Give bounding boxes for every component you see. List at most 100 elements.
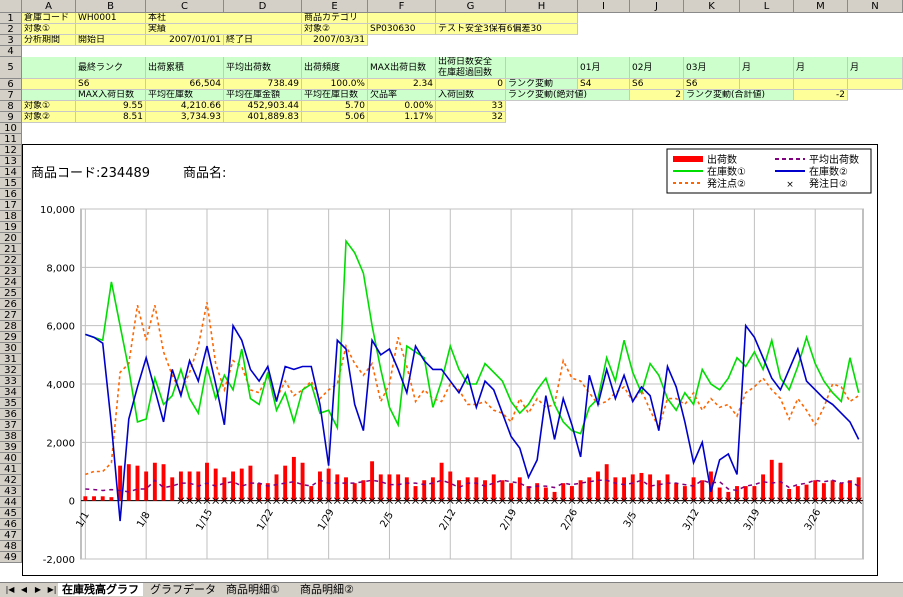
cell-g6[interactable]: 0 [436,79,506,90]
column-header-f[interactable]: F [368,0,436,13]
row-header-35[interactable]: 35 [0,398,22,409]
cell-f5[interactable]: MAX出荷日数 [368,57,436,79]
row-header-1[interactable]: 1 [0,13,22,24]
cell-l5[interactable]: 月 [740,57,794,79]
cell-c6[interactable]: 66,504 [146,79,224,90]
row-header-13[interactable]: 13 [0,156,22,167]
cell-f9[interactable]: 1.17% [368,112,436,123]
cell-a9[interactable]: 対象② [22,112,76,123]
row-header-15[interactable]: 15 [0,178,22,189]
row-header-17[interactable]: 17 [0,200,22,211]
row-header-41[interactable]: 41 [0,464,22,475]
cell-e7[interactable]: 平均在庫日数 [302,90,368,101]
cell-j7[interactable]: 2 [630,90,684,101]
row-header-9[interactable]: 9 [0,112,22,123]
cell-b9[interactable]: 8.51 [76,112,146,123]
row-header-10[interactable]: 10 [0,123,22,134]
cell-g5[interactable]: 出荷日数安全 在庫超過回数 [436,57,506,79]
cell-e6[interactable]: 100.0% [302,79,368,90]
column-header-c[interactable]: C [146,0,224,13]
tab-product-detail-1[interactable]: 商品明細① [222,583,284,596]
cell-h6[interactable]: ランク変動 [506,79,578,90]
row-header-3[interactable]: 3 [0,35,22,46]
cell-d3[interactable]: 終了日 [224,35,302,46]
cell-b5[interactable]: 最終ランク [76,57,146,79]
row-header-36[interactable]: 36 [0,409,22,420]
row-header-32[interactable]: 32 [0,365,22,376]
cell-g9[interactable]: 32 [436,112,506,123]
row-header-21[interactable]: 21 [0,244,22,255]
cell-m7[interactable]: -2 [794,90,848,101]
cell-e1[interactable]: 商品カテゴリ [302,13,368,24]
column-header-h[interactable]: H [506,0,578,13]
cell-d9[interactable]: 401,889.83 [224,112,302,123]
cell-e8[interactable]: 5.70 [302,101,368,112]
row-header-12[interactable]: 12 [0,145,22,156]
column-header-b[interactable]: B [76,0,146,13]
cell-k7[interactable]: ランク変動(合計値) [684,90,794,101]
prev-sheet-icon[interactable]: ◀ [18,584,30,595]
row-header-11[interactable]: 11 [0,134,22,145]
tab-product-detail-2[interactable]: 商品明細② [296,583,358,596]
cell-a8[interactable]: 対象① [22,101,76,112]
cell-e9[interactable]: 5.06 [302,112,368,123]
cell-b2[interactable] [76,24,146,35]
row-header-29[interactable]: 29 [0,332,22,343]
column-header-e[interactable]: E [302,0,368,13]
row-header-20[interactable]: 20 [0,233,22,244]
row-header-18[interactable]: 18 [0,211,22,222]
column-header-n[interactable]: N [848,0,903,13]
cell-c8[interactable]: 4,210.66 [146,101,224,112]
cell-j6[interactable]: S6 [630,79,684,90]
row-header-38[interactable]: 38 [0,431,22,442]
column-header-m[interactable]: M [794,0,848,13]
cell-c1[interactable]: 本社 [146,13,302,24]
cell-g2[interactable]: テスト安全3保有6偏差30 [436,24,578,35]
row-header-47[interactable]: 47 [0,530,22,541]
row-header-43[interactable]: 43 [0,486,22,497]
first-sheet-icon[interactable]: |◀ [4,584,16,595]
cell-b1[interactable]: WH0001 [76,13,146,24]
column-header-g[interactable]: G [436,0,506,13]
row-header-45[interactable]: 45 [0,508,22,519]
cell-d8[interactable]: 452,903.44 [224,101,302,112]
cell-a2[interactable]: 対象① [22,24,76,35]
cell-f7[interactable]: 欠品率 [368,90,436,101]
cell-b7[interactable]: MAX入荷日数 [76,90,146,101]
column-header-k[interactable]: K [684,0,740,13]
cell-c7[interactable]: 平均在庫数 [146,90,224,101]
cell-m6[interactable] [794,79,848,90]
tab-inventory-graph[interactable]: 在庫残高グラフ [58,583,143,596]
row-header-31[interactable]: 31 [0,354,22,365]
column-header-d[interactable]: D [224,0,302,13]
cell-h5[interactable] [506,57,578,79]
row-header-39[interactable]: 39 [0,442,22,453]
row-header-30[interactable]: 30 [0,343,22,354]
inventory-chart[interactable]: -2,000 0 2,000 4,000 6,000 8,000 10,000 1/1 1/8 1… [22,144,878,576]
row-header-33[interactable]: 33 [0,376,22,387]
cell-a7[interactable] [22,90,76,101]
tab-graph-data[interactable]: グラフデータ [146,583,220,596]
cell-h7[interactable]: ランク変動(絶対値) [506,90,630,101]
next-sheet-icon[interactable]: ▶ [32,584,44,595]
row-header-7[interactable]: 7 [0,90,22,101]
cell-i6[interactable]: S4 [578,79,630,90]
cell-f6[interactable]: 2.34 [368,79,436,90]
cell-e5[interactable]: 出荷頻度 [302,57,368,79]
row-header-16[interactable]: 16 [0,189,22,200]
row-header-6[interactable]: 6 [0,79,22,90]
row-header-8[interactable]: 8 [0,101,22,112]
cell-d6[interactable]: 738.49 [224,79,302,90]
row-header-28[interactable]: 28 [0,321,22,332]
cell-g8[interactable]: 33 [436,101,506,112]
cell-c3[interactable]: 2007/01/01 [146,35,224,46]
row-header-22[interactable]: 22 [0,255,22,266]
cell-l6[interactable] [740,79,794,90]
cell-e3[interactable]: 2007/03/31 [302,35,368,46]
row-header-37[interactable]: 37 [0,420,22,431]
cell-a3[interactable]: 分析期間 [22,35,76,46]
column-header-a[interactable]: A [22,0,76,13]
row-header-19[interactable]: 19 [0,222,22,233]
cell-d7[interactable]: 平均在庫金額 [224,90,302,101]
column-header-l[interactable]: L [740,0,794,13]
